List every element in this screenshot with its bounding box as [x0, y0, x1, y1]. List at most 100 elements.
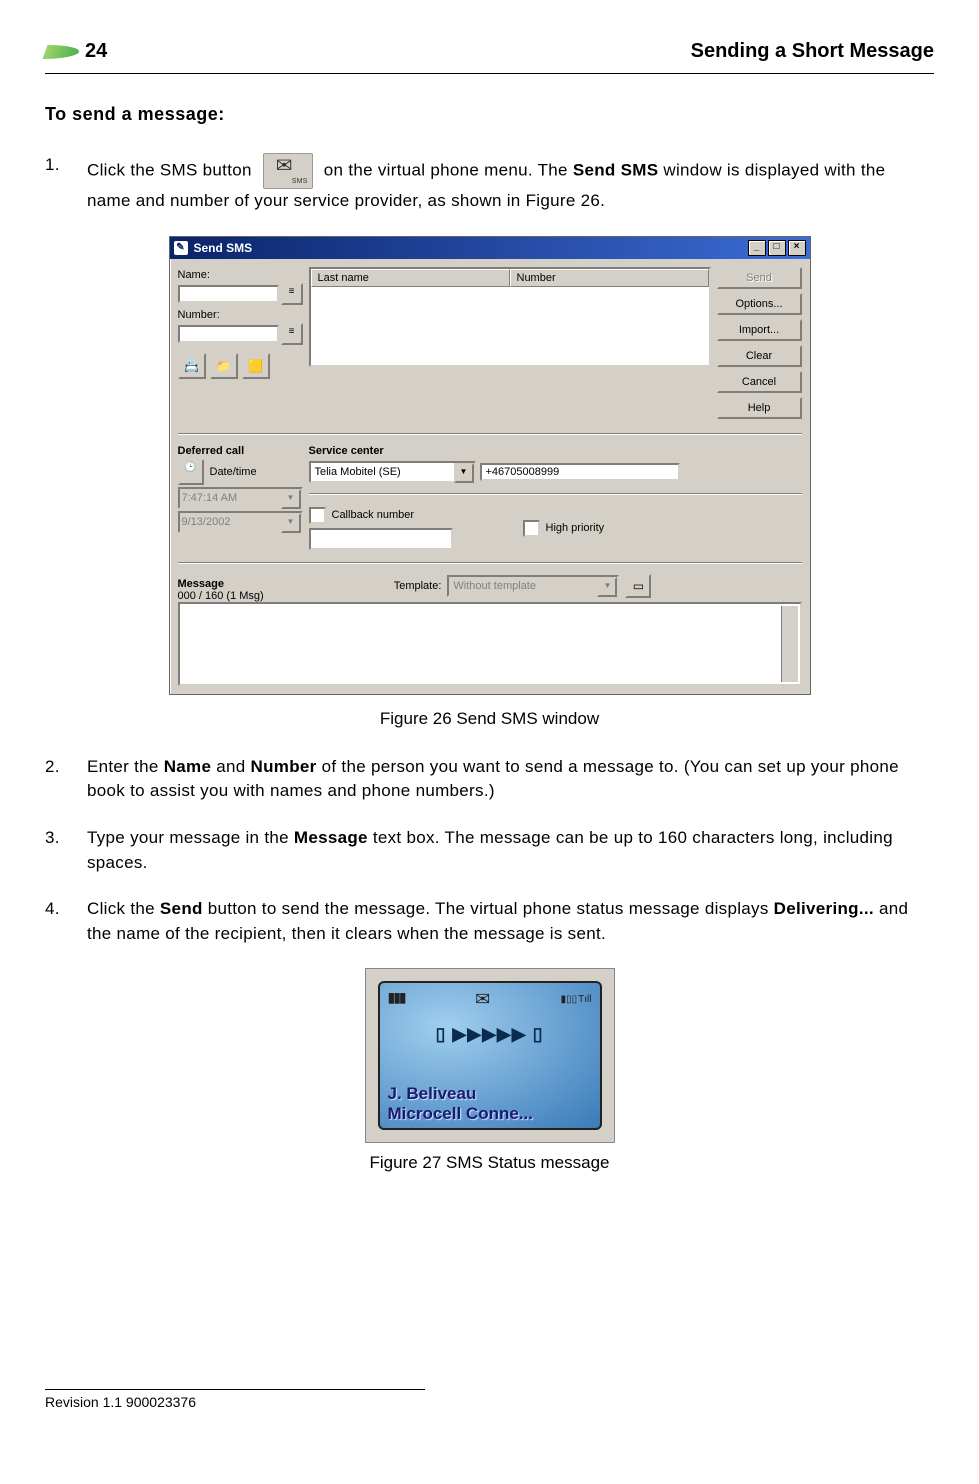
name-label: Name: [178, 269, 303, 281]
options-button[interactable]: Options... [717, 293, 802, 315]
step-number: 3. [45, 826, 87, 875]
time-value: 7:47:14 AM [182, 492, 238, 504]
step-4: 4. Click the Send button to send the mes… [45, 897, 934, 946]
template-button[interactable]: ▭ [625, 574, 651, 598]
message-label: Message [178, 578, 264, 590]
list-col-number[interactable]: Number [510, 269, 709, 287]
step-number: 4. [45, 897, 87, 946]
toolbar-icon-2[interactable]: 📁 [210, 353, 238, 379]
toolbar-icon-3[interactable]: 🟨 [242, 353, 270, 379]
bold-text: Message [294, 828, 368, 847]
bold-text: Number [251, 757, 317, 776]
template-select: Without template ▼ [447, 575, 619, 597]
send-button[interactable]: Send [717, 267, 802, 289]
text: Click the SMS button [87, 160, 257, 179]
window-titlebar: ✎ Send SMS _ □ × [170, 237, 810, 259]
revision-text: Revision 1.1 900023376 [45, 1394, 934, 1410]
text: and [211, 757, 250, 776]
section-heading: To send a message: [45, 104, 934, 125]
page-footer: Revision 1.1 900023376 [45, 1389, 934, 1410]
header-title: Sending a Short Message [691, 40, 934, 63]
service-center-number[interactable]: +46705008999 [480, 463, 680, 481]
page-header: 24 Sending a Short Message [45, 40, 934, 69]
page-number: 24 [85, 40, 107, 63]
text: on the virtual phone menu. The [324, 160, 573, 179]
number-lookup-button[interactable]: ≡ [281, 323, 303, 345]
dropdown-arrow-icon: ▼ [597, 577, 617, 597]
divider [178, 562, 802, 564]
figure-27-caption: Figure 27 SMS Status message [45, 1153, 934, 1173]
header-rule [45, 73, 934, 74]
bold-text: Name [164, 757, 212, 776]
datetime-icon[interactable]: 🕒 [178, 459, 204, 485]
window-title: Send SMS [194, 241, 253, 255]
toolbar-icon-1[interactable]: 📇 [178, 353, 206, 379]
step-1: 1. Click the SMS button on the virtual p… [45, 153, 934, 214]
sms-button-icon [263, 153, 313, 189]
callback-label: Callback number [332, 509, 415, 521]
high-priority-label: High priority [546, 522, 605, 534]
step-3: 3. Type your message in the Message text… [45, 826, 934, 875]
bold-text: Send [160, 899, 203, 918]
text: button to send the message. The virtual … [203, 899, 774, 918]
recipients-list[interactable]: Last name Number [309, 267, 711, 367]
date-value: 9/13/2002 [182, 516, 231, 528]
step-body: Enter the Name and Number of the person … [87, 755, 934, 804]
step-number: 1. [45, 153, 87, 214]
service-center-label: Service center [309, 445, 802, 457]
connection-status: Microcell Conne... [388, 1104, 592, 1124]
deferred-call-label: Deferred call [178, 445, 303, 457]
step-body: Type your message in the Message text bo… [87, 826, 934, 875]
recipient-name: J. Beliveau [388, 1084, 592, 1104]
template-value: Without template [453, 580, 536, 592]
number-input[interactable] [178, 325, 279, 343]
help-button[interactable]: Help [717, 397, 802, 419]
list-col-lastname[interactable]: Last name [311, 269, 510, 287]
battery-icon [388, 989, 405, 1010]
step-body: Click the SMS button on the virtual phon… [87, 153, 934, 214]
service-center-value: Telia Mobitel (SE) [315, 466, 401, 478]
minimize-button[interactable]: _ [748, 240, 766, 256]
resize-grip-icon[interactable] [784, 668, 798, 682]
time-field: 7:47:14 AM ▼ [178, 487, 303, 509]
text: Enter the [87, 757, 164, 776]
cancel-button[interactable]: Cancel [717, 371, 802, 393]
clear-button[interactable]: Clear [717, 345, 802, 367]
datetime-label: Date/time [210, 466, 257, 478]
divider [178, 433, 802, 435]
number-label: Number: [178, 309, 303, 321]
logo-swoosh-icon [42, 45, 81, 59]
date-field: 9/13/2002 ▼ [178, 511, 303, 533]
window-icon: ✎ [174, 241, 188, 255]
signal-icon [561, 989, 592, 1010]
dropdown-arrow-icon: ▼ [281, 489, 301, 509]
phone-status-figure: J. Beliveau Microcell Conne... [365, 968, 615, 1143]
figure-26-caption: Figure 26 Send SMS window [45, 709, 934, 729]
maximize-button[interactable]: □ [768, 240, 786, 256]
template-label: Template: [394, 580, 442, 592]
bold-text: Send SMS [573, 160, 659, 179]
dropdown-arrow-icon: ▼ [281, 513, 301, 533]
step-body: Click the Send button to send the messag… [87, 897, 934, 946]
callback-number-input[interactable] [309, 528, 453, 550]
dropdown-arrow-icon[interactable]: ▼ [454, 463, 474, 483]
message-count: 000 / 160 (1 Msg) [178, 590, 264, 602]
phone-screen: J. Beliveau Microcell Conne... [378, 981, 602, 1130]
name-input[interactable] [178, 285, 279, 303]
service-center-select[interactable]: Telia Mobitel (SE) ▼ [309, 461, 476, 483]
message-textarea[interactable] [178, 602, 802, 686]
text: Click the [87, 899, 160, 918]
name-lookup-button[interactable]: ≡ [281, 283, 303, 305]
sending-animation-icon [380, 1024, 600, 1045]
callback-checkbox[interactable] [309, 507, 326, 524]
footer-rule [45, 1389, 425, 1390]
text: Type your message in the [87, 828, 294, 847]
high-priority-checkbox[interactable] [523, 520, 540, 537]
step-number: 2. [45, 755, 87, 804]
envelope-icon [475, 989, 490, 1010]
import-button[interactable]: Import... [717, 319, 802, 341]
divider [309, 493, 802, 495]
close-button[interactable]: × [788, 240, 806, 256]
bold-text: Delivering... [774, 899, 874, 918]
sc-number-value: +46705008999 [486, 466, 560, 478]
